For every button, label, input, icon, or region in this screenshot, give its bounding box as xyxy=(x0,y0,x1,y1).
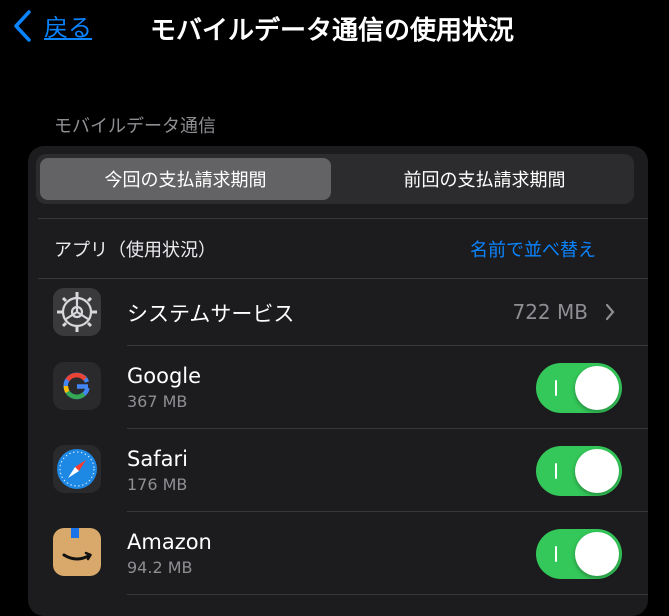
google-data-toggle[interactable] xyxy=(536,363,622,413)
amazon-icon xyxy=(53,528,101,576)
back-label: 戻る xyxy=(44,14,92,42)
app-name: Amazon xyxy=(127,530,212,554)
toggle-on-indicator xyxy=(555,546,557,562)
gear-icon xyxy=(53,288,101,336)
list-item-safari: Safari 176 MB xyxy=(28,429,648,511)
page-title: モバイルデータ通信の使用状況 xyxy=(150,16,515,46)
navigation-bar: 戻る モバイルデータ通信の使用状況 xyxy=(0,0,669,58)
list-item-system-services[interactable]: システムサービス 722 MB xyxy=(28,279,648,345)
divider xyxy=(127,594,648,595)
list-item-amazon: Amazon 94.2 MB xyxy=(28,512,648,594)
sort-by-name-button[interactable]: 名前で並べ替え xyxy=(470,236,596,262)
usage-card: 今回の支払請求期間 前回の支払請求期間 アプリ（使用状況） 名前で並べ替え シス… xyxy=(28,146,648,616)
app-usage: 94.2 MB xyxy=(127,558,193,577)
app-name: Google xyxy=(127,364,202,388)
divider xyxy=(38,218,648,219)
app-name: システムサービス xyxy=(127,302,295,326)
section-label: モバイルデータ通信 xyxy=(54,116,216,137)
back-button[interactable]: 戻る xyxy=(12,8,92,43)
google-icon xyxy=(53,362,101,410)
app-usage: 367 MB xyxy=(127,392,188,411)
app-usage: 176 MB xyxy=(127,475,188,494)
toggle-on-indicator xyxy=(555,380,557,396)
billing-period-segmented-control: 今回の支払請求期間 前回の支払請求期間 xyxy=(36,154,634,204)
list-item-google: Google 367 MB xyxy=(28,346,648,428)
segment-previous-period[interactable]: 前回の支払請求期間 xyxy=(339,158,630,200)
safari-compass-icon xyxy=(53,445,101,493)
app-usage: 722 MB xyxy=(512,300,588,324)
toggle-knob xyxy=(575,449,619,493)
segment-current-period[interactable]: 今回の支払請求期間 xyxy=(40,158,331,200)
chevron-left-icon xyxy=(14,9,31,42)
chevron-right-icon xyxy=(605,303,615,321)
toggle-knob xyxy=(575,532,619,576)
app-name: Safari xyxy=(127,447,188,471)
amazon-data-toggle[interactable] xyxy=(536,529,622,579)
apps-usage-header: アプリ（使用状況） xyxy=(54,240,216,261)
toggle-knob xyxy=(575,366,619,410)
toggle-on-indicator xyxy=(555,463,557,479)
safari-data-toggle[interactable] xyxy=(536,446,622,496)
